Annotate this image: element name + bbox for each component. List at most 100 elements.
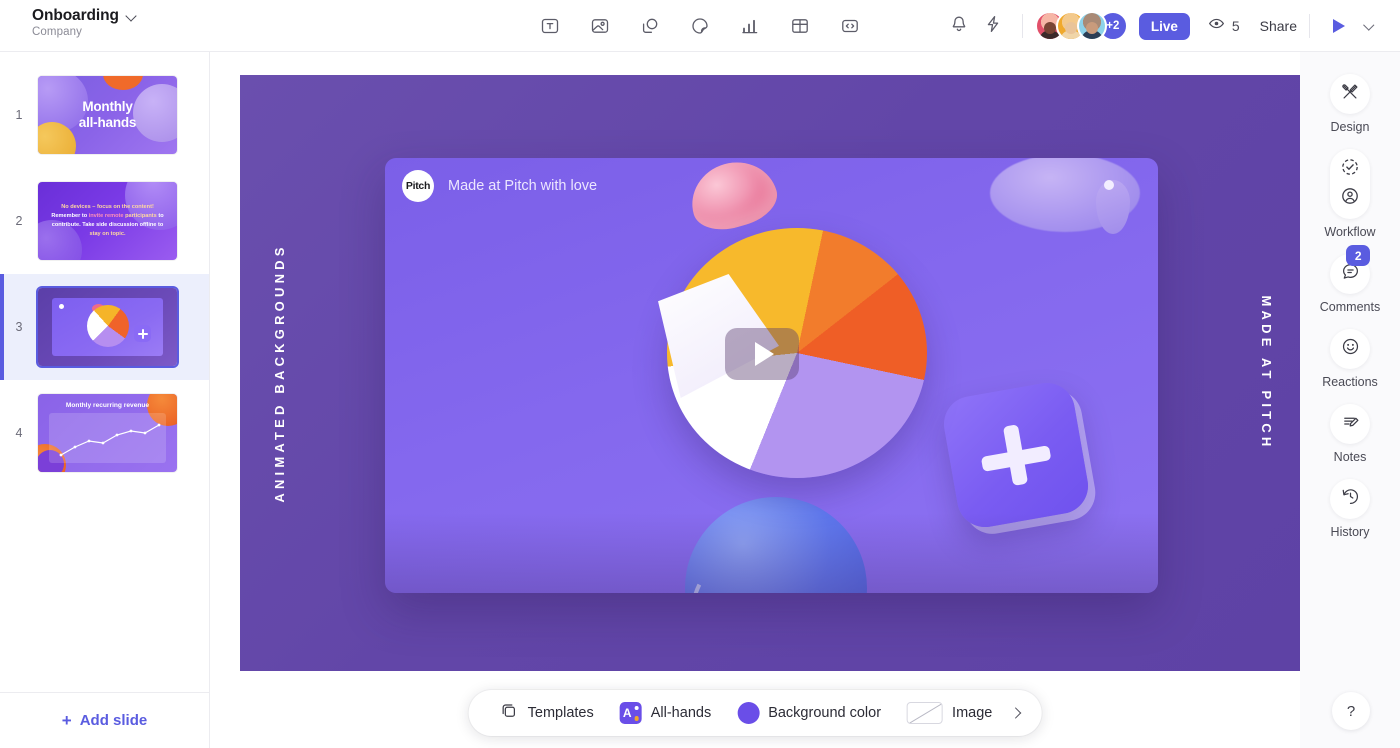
comments-label: Comments: [1320, 300, 1380, 314]
present-button[interactable]: [1322, 9, 1356, 43]
design-button[interactable]: [1330, 74, 1370, 114]
slide-number: 1: [0, 108, 38, 122]
image-tool-button[interactable]: [583, 9, 617, 43]
layers-icon: [500, 701, 519, 725]
theme-label: All-hands: [651, 705, 711, 721]
chevron-down-icon: [1365, 21, 1375, 31]
card-header: Pitch Made at Pitch with love: [402, 170, 597, 202]
history-button[interactable]: [1330, 479, 1370, 519]
theme-button[interactable]: A All-hands: [607, 702, 724, 724]
slide-preview-title: Monthly recurring revenue: [38, 402, 177, 409]
slides-sidebar: 1 Monthly all-hands 2 No devices – focus…: [0, 52, 210, 748]
slide-number: 2: [0, 214, 38, 228]
sticker-tool-button[interactable]: [683, 9, 717, 43]
slide-preview[interactable]: [38, 288, 177, 366]
help-button[interactable]: ?: [1332, 692, 1370, 730]
workflow-label: Workflow: [1324, 225, 1375, 239]
smiley-icon: [1340, 336, 1361, 362]
text-icon: [540, 16, 560, 36]
add-slide-button[interactable]: + Add slide: [0, 692, 209, 748]
slide-thumbnail-2[interactable]: 2 No devices – focus on the content! Rem…: [0, 168, 209, 274]
add-slide-label: Add slide: [80, 712, 148, 729]
video-play-button[interactable]: [725, 328, 799, 380]
play-icon: [755, 342, 774, 366]
lightning-icon: [983, 14, 1003, 39]
slide-thumbnail-4[interactable]: 4 Monthly recurring revenue: [0, 380, 209, 486]
templates-label: Templates: [528, 705, 594, 721]
more-options-button[interactable]: [1005, 709, 1027, 718]
slide-number: 4: [0, 426, 38, 440]
rail-item-reactions[interactable]: Reactions: [1322, 329, 1378, 389]
bell-icon: [949, 14, 969, 39]
image-icon: [590, 16, 610, 36]
rail-item-workflow[interactable]: Workflow: [1324, 149, 1375, 239]
notes-button[interactable]: [1330, 404, 1370, 444]
chart-tool-button[interactable]: [733, 9, 767, 43]
plus-icon: +: [62, 712, 72, 729]
theme-swatch-icon: A: [620, 702, 642, 724]
insert-toolbar: [533, 0, 867, 52]
chevron-down-icon[interactable]: [126, 11, 137, 22]
background-color-button[interactable]: Background color: [724, 702, 894, 724]
table-icon: [790, 16, 810, 36]
slide-right-vertical-label: MADE AT PITCH: [1259, 296, 1274, 451]
design-label: Design: [1331, 120, 1370, 134]
background-image-label: Image: [952, 705, 992, 721]
active-slide[interactable]: ANIMATED BACKGROUNDS MADE AT PITCH: [240, 75, 1300, 671]
chevron-right-icon: [1012, 709, 1021, 718]
background-image-button[interactable]: Image: [894, 702, 1005, 724]
card-bottom-gradient: [385, 513, 1158, 593]
share-button[interactable]: Share: [1260, 18, 1297, 34]
viewers-count: 5: [1232, 18, 1240, 34]
reactions-label: Reactions: [1322, 375, 1378, 389]
live-button[interactable]: Live: [1139, 13, 1190, 40]
rail-item-comments[interactable]: 2 Comments: [1320, 254, 1380, 314]
chart-icon: [740, 16, 760, 36]
divider: [1022, 14, 1023, 38]
avatar[interactable]: [1077, 11, 1107, 41]
page-title: Onboarding: [32, 7, 119, 25]
pitch-logo: Pitch: [402, 170, 434, 202]
collaborator-avatars[interactable]: +2: [1035, 11, 1128, 41]
table-tool-button[interactable]: [783, 9, 817, 43]
lavender-drop-shape: [1096, 180, 1130, 234]
slide-list[interactable]: 1 Monthly all-hands 2 No devices – focus…: [0, 52, 209, 692]
note-pen-icon: [1340, 411, 1361, 437]
notifications-button[interactable]: [942, 9, 976, 43]
plus-cube-shape: [940, 379, 1093, 532]
pink-hemisphere-shape: [683, 158, 783, 238]
shapes-tool-button[interactable]: [633, 9, 667, 43]
document-subtitle: Company: [32, 26, 137, 38]
code-embed-icon: [840, 16, 860, 36]
slide-thumbnail-3[interactable]: 3: [0, 274, 209, 380]
rail-item-design[interactable]: Design: [1330, 74, 1370, 134]
slide-number: 3: [0, 320, 38, 334]
slide-preview[interactable]: No devices – focus on the content! Remem…: [38, 182, 177, 260]
slide-preview-chart: [49, 413, 166, 463]
shapes-icon: [640, 16, 660, 36]
templates-button[interactable]: Templates: [487, 701, 607, 725]
present-controls: [1322, 9, 1382, 43]
present-options-button[interactable]: [1358, 9, 1382, 43]
eye-icon: [1208, 15, 1225, 37]
reactions-button[interactable]: [1330, 329, 1370, 369]
color-circle-icon: [737, 702, 759, 724]
history-label: History: [1331, 525, 1370, 539]
history-clock-icon: [1340, 486, 1361, 512]
shortcuts-button[interactable]: [976, 9, 1010, 43]
rail-item-notes[interactable]: Notes: [1330, 404, 1370, 464]
slide-preview[interactable]: Monthly recurring revenue: [38, 394, 177, 472]
viewers-indicator[interactable]: 5: [1208, 15, 1240, 37]
slide-preview[interactable]: Monthly all-hands: [38, 76, 177, 154]
slide-left-vertical-label: ANIMATED BACKGROUNDS: [272, 243, 287, 502]
rail-item-history[interactable]: History: [1330, 479, 1370, 539]
workflow-button[interactable]: [1330, 149, 1370, 219]
document-title-block[interactable]: Onboarding Company: [32, 7, 137, 38]
text-tool-button[interactable]: [533, 9, 567, 43]
media-card[interactable]: Pitch Made at Pitch with love: [385, 158, 1158, 593]
slide-canvas: ANIMATED BACKGROUNDS MADE AT PITCH: [210, 52, 1300, 748]
brush-icon: [1340, 82, 1360, 107]
embed-tool-button[interactable]: [833, 9, 867, 43]
top-bar: Onboarding Company: [0, 0, 1400, 52]
slide-thumbnail-1[interactable]: 1 Monthly all-hands: [0, 62, 209, 168]
